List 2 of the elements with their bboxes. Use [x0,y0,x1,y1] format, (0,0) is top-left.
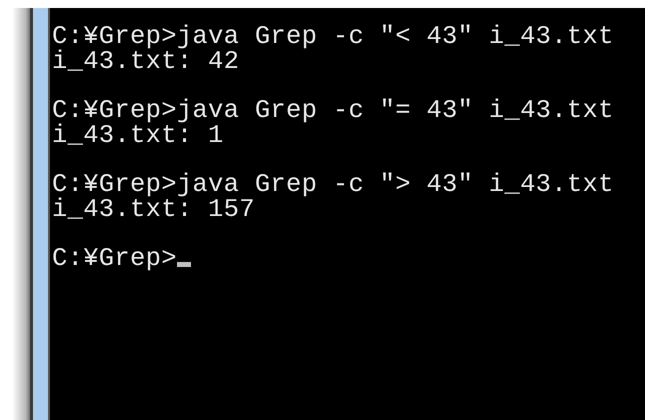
cursor-icon [176,262,191,267]
prompt-text: C:¥Grep> [52,244,177,273]
